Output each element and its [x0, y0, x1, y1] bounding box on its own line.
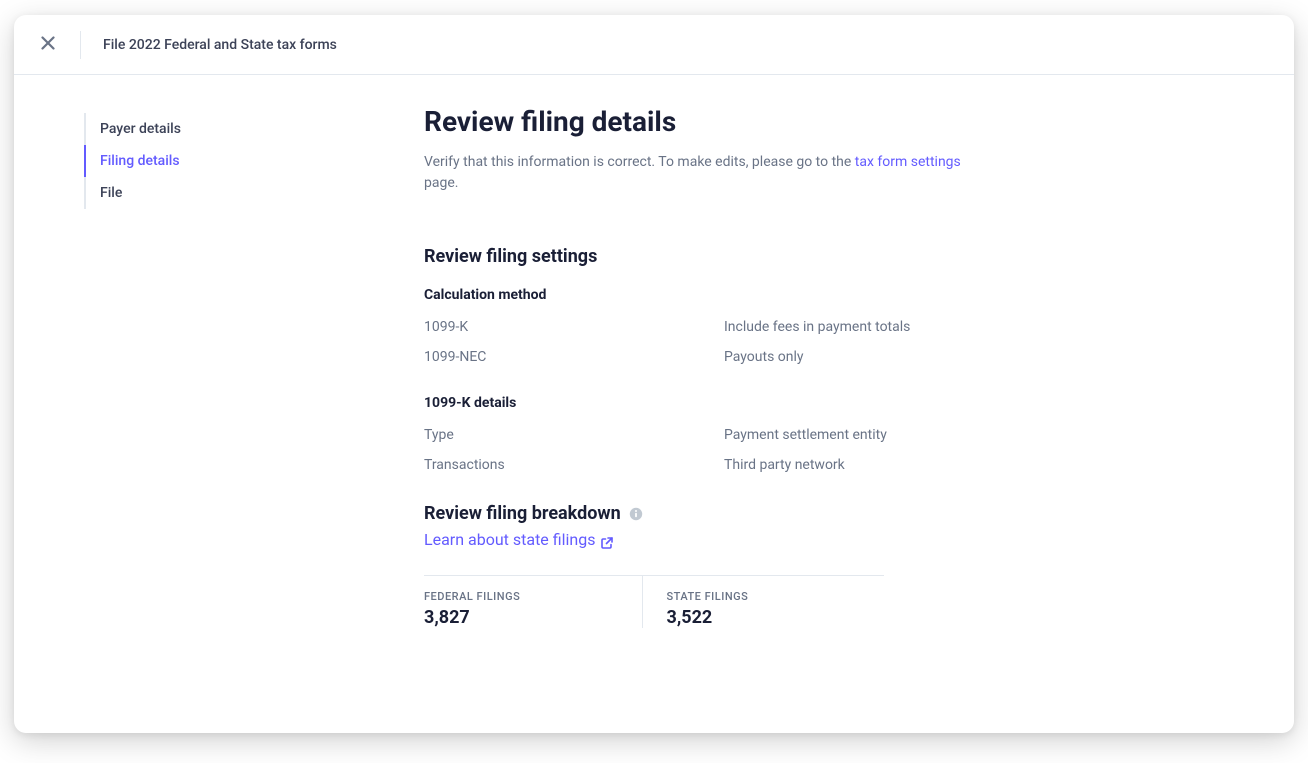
sidebar-item-file[interactable]: File: [84, 177, 354, 209]
calc-row-key: 1099-NEC: [424, 349, 724, 365]
calc-row-val: Include fees in payment totals: [724, 319, 910, 335]
kdetails-row-key: Transactions: [424, 457, 724, 473]
info-icon[interactable]: [629, 507, 643, 521]
stat-state-filings: STATE FILINGS 3,522: [642, 576, 885, 628]
calculation-method-heading: Calculation method: [424, 287, 1234, 303]
sidebar-item-payer-details[interactable]: Payer details: [84, 113, 354, 145]
filing-stats: FEDERAL FILINGS 3,827 STATE FILINGS 3,52…: [424, 575, 884, 628]
modal: File 2022 Federal and State tax forms Pa…: [14, 15, 1294, 733]
review-filing-settings-heading: Review filing settings: [424, 246, 1234, 267]
k-details-block: 1099-K details Type Payment settlement e…: [424, 395, 1234, 473]
tax-form-settings-link[interactable]: tax form settings: [855, 154, 961, 170]
header-title: File 2022 Federal and State tax forms: [103, 37, 337, 53]
sidebar: Payer details Filing details File: [14, 75, 354, 733]
body: Payer details Filing details File Review…: [14, 75, 1294, 733]
stat-value: 3,522: [667, 607, 885, 628]
page-title: Review filing details: [424, 105, 1234, 138]
stat-label: FEDERAL FILINGS: [424, 590, 642, 603]
calc-row: 1099-K Include fees in payment totals: [424, 319, 1234, 335]
subtitle-text-post: page.: [424, 175, 458, 191]
calculation-method-block: Calculation method 1099-K Include fees i…: [424, 287, 1234, 365]
stat-label: STATE FILINGS: [667, 590, 885, 603]
review-filing-breakdown-heading: Review filing breakdown: [424, 503, 621, 524]
page-subtitle: Verify that this information is correct.…: [424, 152, 984, 194]
calc-row-val: Payouts only: [724, 349, 804, 365]
breakdown-heading-row: Review filing breakdown: [424, 503, 1234, 524]
learn-link-row: Learn about state filings: [424, 530, 1234, 549]
learn-state-filings-link[interactable]: Learn about state filings: [424, 530, 595, 549]
close-button[interactable]: [34, 31, 62, 59]
calc-row-key: 1099-K: [424, 319, 724, 335]
kdetails-row-val: Third party network: [724, 457, 845, 473]
kdetails-row: Transactions Third party network: [424, 457, 1234, 473]
kdetails-row-val: Payment settlement entity: [724, 427, 887, 443]
content: Review filing details Verify that this i…: [354, 75, 1294, 733]
calc-row: 1099-NEC Payouts only: [424, 349, 1234, 365]
kdetails-row: Type Payment settlement entity: [424, 427, 1234, 443]
header: File 2022 Federal and State tax forms: [14, 15, 1294, 75]
sidebar-item-filing-details[interactable]: Filing details: [84, 145, 354, 177]
close-icon: [41, 35, 55, 54]
stat-value: 3,827: [424, 607, 642, 628]
external-link-icon: [601, 534, 613, 546]
subtitle-text-pre: Verify that this information is correct.…: [424, 154, 855, 170]
stat-federal-filings: FEDERAL FILINGS 3,827: [424, 576, 642, 628]
k-details-heading: 1099-K details: [424, 395, 1234, 411]
header-divider: [80, 31, 81, 59]
kdetails-row-key: Type: [424, 427, 724, 443]
